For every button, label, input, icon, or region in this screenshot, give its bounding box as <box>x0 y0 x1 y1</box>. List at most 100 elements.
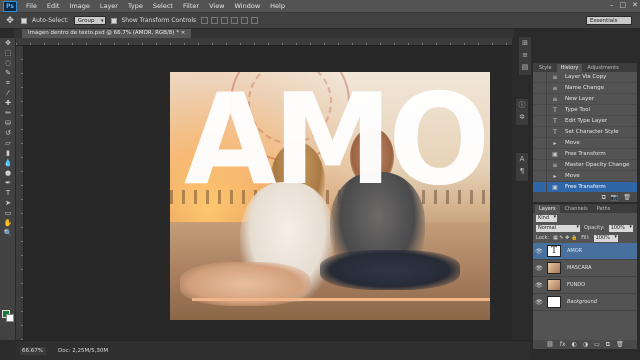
visibility-eye-icon[interactable]: 👁 <box>533 282 545 289</box>
lasso-tool-icon[interactable]: ◌ <box>0 58 16 68</box>
show-transform-checkbox[interactable] <box>110 17 117 24</box>
document-size-info[interactable]: Doc: 2,25M/5,30M <box>58 348 108 354</box>
tab-adjustments[interactable]: Adjustments <box>583 64 623 72</box>
snapshot-icon[interactable]: 📷 <box>611 194 618 201</box>
menu-type[interactable]: Type <box>123 0 148 13</box>
fill-field[interactable]: 100% <box>593 234 618 242</box>
history-item[interactable]: ≡ Name Change <box>533 82 637 94</box>
delete-layer-icon[interactable]: 🗑 <box>616 341 624 348</box>
new-document-from-state-icon[interactable]: ⧉ <box>602 194 606 202</box>
link-layers-icon[interactable]: ⛓ <box>546 341 554 348</box>
layer-row-fundo[interactable]: 👁 FUNDO <box>533 277 637 294</box>
type-layer-thumbnail: T <box>547 245 561 257</box>
crop-tool-icon[interactable]: ⌗ <box>0 78 16 88</box>
menu-help[interactable]: Help <box>265 0 290 13</box>
history-brush-tool-icon[interactable]: ↺ <box>0 128 16 138</box>
maximize-button[interactable]: □ <box>620 1 627 9</box>
history-panel-icon[interactable]: ⊞ <box>519 37 531 49</box>
align-center-icon[interactable] <box>241 17 249 24</box>
tab-paths[interactable]: Paths <box>592 205 615 213</box>
move-tool-icon[interactable]: ✥ <box>0 38 16 48</box>
brush-tool-icon[interactable]: ✏ <box>0 108 16 118</box>
tab-history[interactable]: History <box>556 64 583 72</box>
history-item[interactable]: T Edit Type Layer <box>533 115 637 127</box>
align-bottom-icon[interactable] <box>221 17 229 24</box>
layer-row-background[interactable]: 👁 Background <box>533 294 637 311</box>
info-panel-icon[interactable]: ⓘ <box>516 99 528 111</box>
minimize-button[interactable]: – <box>610 1 614 9</box>
align-middle-icon[interactable] <box>211 17 219 24</box>
close-window-button[interactable]: ✕ <box>632 1 638 9</box>
layer-style-icon[interactable]: fx <box>560 341 566 348</box>
menu-file[interactable]: File <box>21 0 42 13</box>
visibility-eye-icon[interactable]: 👁 <box>533 248 545 255</box>
history-item[interactable]: ▸ Move <box>533 137 637 149</box>
move-icon: ▸ <box>553 139 557 147</box>
brush-presets-icon[interactable]: ▤ <box>519 61 531 73</box>
menu-layer[interactable]: Layer <box>95 0 123 13</box>
path-selection-tool-icon[interactable]: ➤ <box>0 198 16 208</box>
history-item[interactable]: T Type Tool <box>533 104 637 116</box>
kind-filter-dropdown[interactable]: Kind <box>536 214 558 222</box>
marquee-tool-icon[interactable]: ⬚ <box>0 48 16 58</box>
type-tool-icon[interactable]: T <box>0 188 16 198</box>
history-item[interactable]: ▸ Move <box>533 170 637 182</box>
menu-filter[interactable]: Filter <box>178 0 204 13</box>
history-item[interactable]: ≡ New Layer <box>533 93 637 105</box>
gradient-tool-icon[interactable]: ▮ <box>0 148 16 158</box>
tab-channels[interactable]: Channels <box>560 205 592 213</box>
color-panel-icon[interactable]: ✲ <box>516 111 528 123</box>
zoom-tool-icon[interactable]: 🔍 <box>0 228 16 238</box>
shape-tool-icon[interactable]: ▭ <box>0 208 16 218</box>
layer-row-mascara[interactable]: 👁 MASCARA <box>533 260 637 277</box>
opacity-field[interactable]: 100% <box>608 224 633 232</box>
move-tool-icon[interactable]: ✥ <box>4 15 16 27</box>
character-panel-icon[interactable]: A <box>516 153 528 165</box>
transform-guide-line <box>192 298 490 301</box>
dodge-tool-icon[interactable]: ● <box>0 168 16 178</box>
tool-presets-icon[interactable]: ≡ <box>519 49 531 61</box>
history-item-selected[interactable]: ▣ Free Transform <box>533 181 637 193</box>
menu-view[interactable]: View <box>204 0 229 13</box>
paragraph-panel-icon[interactable]: ¶ <box>516 165 528 177</box>
menu-image[interactable]: Image <box>64 0 94 13</box>
document-canvas[interactable]: AMOR <box>170 72 490 320</box>
hand-tool-icon[interactable]: ✋ <box>0 218 16 228</box>
visibility-eye-icon[interactable]: 👁 <box>533 299 545 306</box>
adjustment-layer-icon[interactable]: ◑ <box>583 341 588 348</box>
menu-window[interactable]: Window <box>230 0 266 13</box>
visibility-eye-icon[interactable]: 👁 <box>533 265 545 272</box>
align-top-icon[interactable] <box>201 17 209 24</box>
document-tab[interactable]: Imagen dentro de texto.psd @ 66.7% (AMOR… <box>22 29 192 38</box>
align-right-icon[interactable] <box>251 17 259 24</box>
trash-icon[interactable]: 🗑 <box>623 194 631 201</box>
layer-row-amor[interactable]: 👁 T AMOR <box>533 243 637 260</box>
zoom-level-field[interactable]: 66.67% <box>20 346 46 355</box>
pen-tool-icon[interactable]: ✒ <box>0 178 16 188</box>
lock-label: Lock: <box>536 235 550 241</box>
background-color-swatch[interactable] <box>6 314 14 322</box>
new-group-icon[interactable]: ▭ <box>594 341 600 348</box>
menu-select[interactable]: Select <box>148 0 178 13</box>
eyedropper-tool-icon[interactable]: ⁄ <box>0 88 16 98</box>
add-mask-icon[interactable]: ◐ <box>572 341 577 348</box>
clone-stamp-tool-icon[interactable]: ⛁ <box>0 118 16 128</box>
blur-tool-icon[interactable]: 💧 <box>0 158 16 168</box>
blend-mode-dropdown[interactable]: Normal <box>536 224 580 232</box>
eraser-tool-icon[interactable]: ▱ <box>0 138 16 148</box>
align-left-icon[interactable] <box>231 17 239 24</box>
quick-select-tool-icon[interactable]: ✎ <box>0 68 16 78</box>
new-layer-icon[interactable]: ⧉ <box>606 341 610 349</box>
menu-edit[interactable]: Edit <box>42 0 65 13</box>
history-item[interactable]: ≡ Layer Via Copy <box>533 71 637 83</box>
auto-select-dropdown[interactable]: Group <box>73 16 106 25</box>
workspace-switcher[interactable]: Essentials <box>586 16 632 25</box>
history-item[interactable]: T Set Character Style <box>533 126 637 138</box>
lock-icons[interactable]: ▦ ✎ ✥ 🔒 <box>553 235 577 241</box>
auto-select-checkbox[interactable] <box>21 17 27 24</box>
history-item[interactable]: ▣ Free Transform <box>533 148 637 160</box>
history-item[interactable]: ≡ Master Opacity Change <box>533 159 637 171</box>
close-tab-icon[interactable]: × <box>181 30 186 36</box>
tab-layers[interactable]: Layers <box>535 205 560 213</box>
healing-brush-tool-icon[interactable]: ✚ <box>0 98 16 108</box>
